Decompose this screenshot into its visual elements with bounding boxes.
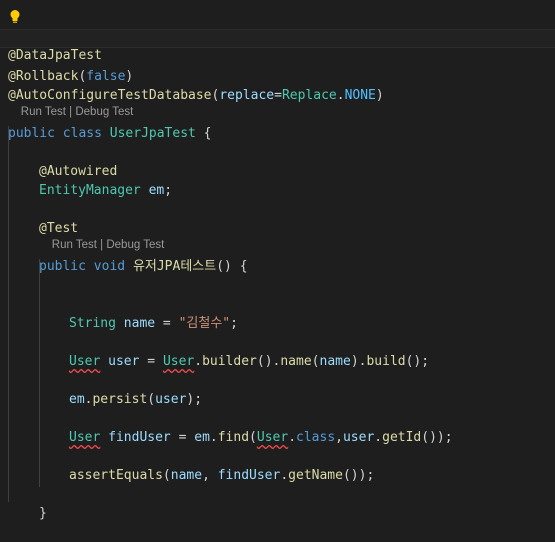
dot: . (194, 354, 203, 369)
codelens: Run Test | Debug Test (39, 221, 165, 251)
class-name: User (256, 430, 289, 445)
variable-name: em (69, 392, 85, 407)
type-name: User (69, 354, 101, 369)
equals: = (274, 88, 282, 103)
variable-name: user (108, 354, 140, 369)
class-name: User (162, 354, 195, 369)
paren: ); (186, 392, 203, 407)
variable-name: em (194, 430, 210, 445)
method-call: find (217, 430, 250, 445)
paren: ( (249, 430, 257, 445)
keyword: public (8, 126, 55, 141)
equals: = (155, 316, 179, 331)
semicolon: ; (164, 183, 173, 198)
equals: = (139, 354, 163, 369)
paren: ()); (342, 468, 375, 483)
dot: . (280, 468, 289, 483)
paren: ). (350, 354, 367, 369)
brace: { (195, 126, 212, 141)
code-line: assertEquals(name, findUser.getName()); (0, 447, 555, 483)
paren: (); (405, 354, 430, 369)
code-line: @Test (0, 200, 555, 236)
lightbulb-icon[interactable] (9, 9, 21, 25)
brace: () { (216, 259, 248, 274)
code-line: public class UserJpaTest { (0, 105, 555, 141)
dot: . (209, 430, 218, 445)
code-line: String name = "김철수"; (0, 295, 555, 331)
dot: . (374, 430, 383, 445)
variable-name: findUser (217, 468, 281, 483)
comma: , (335, 430, 343, 445)
dot: . (336, 88, 345, 103)
code-line: User user = User.builder().name(name).bu… (0, 333, 555, 369)
code-line: } (0, 485, 555, 521)
code-line: em.persist(user); (0, 371, 555, 407)
paren: (). (256, 354, 281, 369)
paren: ( (147, 392, 156, 407)
method-call: persist (92, 392, 148, 407)
equals: = (170, 430, 195, 445)
string-literal: "김철수" (178, 316, 231, 331)
paren: ( (311, 354, 320, 369)
keyword: public (39, 259, 86, 274)
codelens: Run Test | Debug Test (8, 88, 134, 118)
method-call: getName (288, 468, 343, 483)
variable-name: findUser (108, 430, 171, 445)
type-name: String (69, 316, 116, 331)
dot: . (288, 430, 297, 445)
method-call: build (366, 354, 406, 369)
code-line: @Rollback(false) (0, 48, 555, 84)
paren: ) (375, 88, 384, 103)
type-name: User (69, 430, 101, 445)
argument: name (319, 354, 351, 369)
closing-brace: } (39, 506, 47, 521)
paren: ( (162, 468, 171, 483)
paren: ()); (421, 430, 453, 445)
keyword: void (93, 259, 126, 274)
keyword: class (62, 126, 102, 141)
code-line: User findUser = em.find(User.class,user.… (0, 409, 555, 445)
comma: , (202, 468, 218, 483)
class-name: UserJpaTest (109, 126, 196, 141)
type-name: EntityManager (39, 183, 141, 198)
method-call: assertEquals (69, 468, 163, 483)
variable-name: name (123, 316, 156, 331)
code-line: @DataJpaTest (0, 29, 555, 63)
code-line: EntityManager em; (0, 162, 555, 198)
argument: name (170, 468, 203, 483)
class-name: Replace (281, 88, 337, 103)
code-line: @Autowired (0, 143, 555, 179)
method-call: name (280, 354, 312, 369)
argument: user (155, 392, 187, 407)
enum-constant: NONE (344, 88, 376, 103)
argument: user (342, 430, 375, 445)
code-line: @AutoConfigureTestDatabase(replace=Repla… (0, 67, 555, 103)
field-name: em (148, 183, 165, 198)
method-name: 유저JPA테스트 (132, 259, 217, 274)
code-line: public void 유저JPA테스트() { (0, 238, 555, 274)
semicolon: ; (230, 316, 238, 331)
code-editor[interactable]: @DataJpaTest @Rollback(false) @AutoConfi… (0, 0, 555, 521)
keyword: class (296, 430, 336, 445)
parameter-name: replace (219, 88, 275, 103)
method-call: builder (202, 354, 257, 369)
method-call: getId (382, 430, 422, 445)
